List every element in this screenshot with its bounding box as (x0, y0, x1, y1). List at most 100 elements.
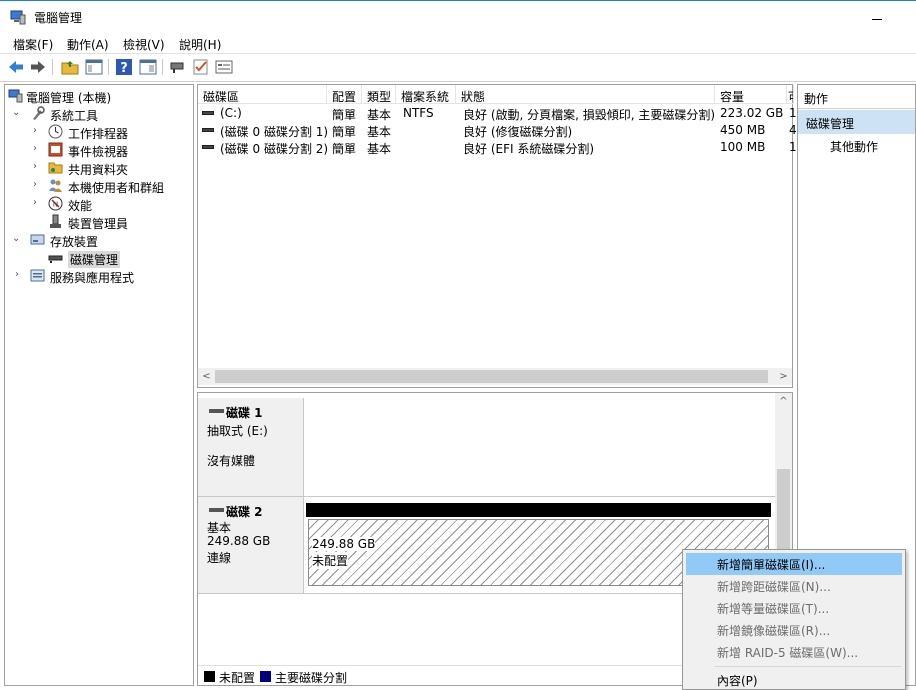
tree-item-shared-folders[interactable]: › 共用資料夾 (8, 159, 192, 177)
tree-item-local-users[interactable]: › 本機使用者和群組 (8, 177, 192, 195)
menu-new-spanned-volume[interactable]: 新增跨距磁碟區(N)... (686, 575, 902, 597)
menu-new-striped-volume[interactable]: 新增等量磁碟區(T)... (686, 597, 902, 619)
menu-new-mirrored-volume[interactable]: 新增鏡像磁碟區(R)... (686, 619, 902, 641)
column-filesystem[interactable]: 檔案系統 (396, 85, 456, 104)
menu-action[interactable]: 動作(A) (67, 36, 109, 53)
check-icon[interactable] (192, 58, 210, 76)
chevron-down-icon[interactable]: ⌄ (12, 233, 22, 245)
cell-capacity: 223.02 GB (720, 106, 784, 120)
chevron-right-icon[interactable]: › (33, 161, 43, 173)
computer-management-icon (8, 89, 23, 103)
table-row[interactable]: (C:) 簡單 基本 NTFS 良好 (啟動, 分頁檔案, 損毀傾印, 主要磁碟… (198, 105, 797, 122)
chevron-right-icon[interactable]: › (15, 269, 25, 281)
forward-icon[interactable] (29, 58, 47, 76)
show-hide-tree-icon[interactable] (85, 58, 103, 76)
table-row[interactable]: (磁碟 0 磁碟分割 1) 簡單 基本 良好 (修復磁碟分割) 450 MB 4 (198, 122, 797, 139)
column-type[interactable]: 類型 (362, 85, 396, 104)
disk-2-label[interactable]: 磁碟 2 基本 249.88 GB 連線 (198, 497, 304, 593)
console-tree: 電腦管理 (本機) ⌄ 系統工具 › 工作排程器 › 事件檢視器 › 共用資料夾 (4, 84, 194, 686)
menu-new-raid5-volume[interactable]: 新增 RAID-5 磁碟區(W)... (686, 641, 902, 663)
chevron-down-icon[interactable]: ⌄ (12, 107, 22, 119)
tree-label: 系統工具 (50, 109, 99, 123)
help-icon[interactable]: ? (115, 58, 133, 76)
minimize-button[interactable] (868, 9, 888, 27)
menu-new-simple-volume[interactable]: 新增簡單磁碟區(I)... (686, 553, 902, 575)
chevron-right-icon[interactable]: › (33, 179, 43, 191)
tree-item-event-viewer[interactable]: › 事件檢視器 (8, 141, 192, 159)
tree-item-system-tools[interactable]: ⌄ 系統工具 (8, 105, 192, 123)
tree-label: 服務與應用程式 (50, 271, 135, 285)
cell-status: 良好 (啟動, 分頁檔案, 損毀傾印, 主要磁碟分割) (463, 108, 715, 122)
menu-help[interactable]: 說明(H) (179, 36, 221, 53)
context-menu: 新增簡單磁碟區(I)... 新增跨距磁碟區(N)... 新增等量磁碟區(T)..… (682, 549, 906, 690)
up-folder-icon[interactable] (61, 58, 79, 76)
legend-swatch-unallocated (204, 671, 215, 682)
tree-item-disk-management[interactable]: 磁碟管理 (8, 249, 192, 268)
disk-name: 磁碟 1 (226, 406, 263, 420)
tree-label: 共用資料夾 (68, 163, 129, 177)
disk-1-area (305, 398, 772, 496)
legend-swatch-primary (260, 671, 271, 682)
column-capacity[interactable]: 容量 (715, 85, 787, 104)
chevron-right-icon[interactable]: › (33, 125, 43, 137)
cell-layout: 簡單 (332, 108, 357, 122)
scroll-thumb[interactable] (215, 370, 768, 383)
tree-item-task-scheduler[interactable]: › 工作排程器 (8, 123, 192, 141)
cell-layout: 簡單 (332, 125, 357, 139)
chevron-right-icon[interactable]: › (33, 197, 43, 209)
partition-state: 未配置 (312, 552, 349, 569)
partition-size: 249.88 GB (312, 537, 376, 551)
properties-icon[interactable] (215, 58, 233, 76)
legend-label: 未配置 (219, 671, 256, 685)
menu-file[interactable]: 檔案(F) (13, 36, 53, 53)
shared-folder-icon (48, 162, 63, 174)
action-section-disk-management[interactable]: 磁碟管理 (798, 110, 915, 134)
cell-type: 基本 (367, 108, 392, 122)
scroll-right-icon[interactable]: > (776, 369, 791, 384)
tree-label: 工作排程器 (68, 127, 129, 141)
back-icon[interactable] (7, 58, 25, 76)
cell-free-space: 4 (789, 123, 797, 137)
disk-icon (209, 508, 224, 512)
column-free-space[interactable]: 可 (787, 85, 794, 104)
disk-size: 249.88 GB (207, 534, 271, 548)
column-status[interactable]: 狀態 (456, 85, 715, 104)
tree-item-services[interactable]: › 服務與應用程式 (8, 267, 192, 285)
menu-view[interactable]: 檢視(V) (123, 36, 165, 53)
cell-layout: 簡單 (332, 142, 357, 156)
unallocated-bar (306, 503, 771, 517)
disk-icon (48, 255, 63, 263)
cell-status: 良好 (EFI 系統磁碟分割) (463, 142, 595, 156)
connect-icon[interactable] (169, 58, 187, 76)
chevron-right-icon[interactable]: › (33, 143, 43, 155)
tree-label: 效能 (68, 199, 93, 213)
tree-label: 裝置管理員 (68, 217, 129, 231)
tree-label: 電腦管理 (本機) (26, 91, 112, 105)
svg-text:N: N (53, 201, 58, 209)
cell-volume: (磁碟 0 磁碟分割 2) (220, 142, 329, 156)
action-pane-header: 動作 (798, 85, 915, 109)
disk-name: 磁碟 2 (226, 505, 263, 519)
column-header: 磁碟區 配置 類型 檔案系統 狀態 容量 可 (198, 85, 794, 104)
column-volume[interactable]: 磁碟區 (198, 85, 327, 104)
tree-item-storage[interactable]: ⌄ 存放裝置 (8, 231, 192, 249)
tree-item-device-manager[interactable]: 裝置管理員 (8, 213, 192, 231)
disk-1-label[interactable]: 磁碟 1 抽取式 (E:) 沒有媒體 (198, 398, 304, 496)
table-row[interactable]: (磁碟 0 磁碟分割 2) 簡單 基本 良好 (EFI 系統磁碟分割) 100 … (198, 139, 797, 156)
cell-capacity: 450 MB (720, 123, 766, 137)
show-hide-action-pane-icon[interactable] (139, 58, 157, 76)
menu-properties[interactable]: 內容(P) (686, 669, 902, 690)
event-viewer-icon (48, 142, 63, 157)
scroll-left-icon[interactable]: < (199, 369, 214, 384)
more-actions-link[interactable]: 其他動作 (830, 138, 878, 155)
disk-state: 連線 (207, 551, 232, 565)
clock-icon (48, 124, 63, 139)
horizontal-scrollbar[interactable]: < > (198, 368, 792, 385)
scroll-up-icon[interactable]: ^ (776, 396, 791, 411)
cell-capacity: 100 MB (720, 140, 766, 154)
tree-item-performance[interactable]: › N 效能 (8, 195, 192, 213)
column-layout[interactable]: 配置 (327, 85, 362, 104)
tree-item-root[interactable]: 電腦管理 (本機) (8, 87, 192, 105)
users-icon (49, 179, 62, 192)
window-title: 電腦管理 (34, 11, 83, 25)
